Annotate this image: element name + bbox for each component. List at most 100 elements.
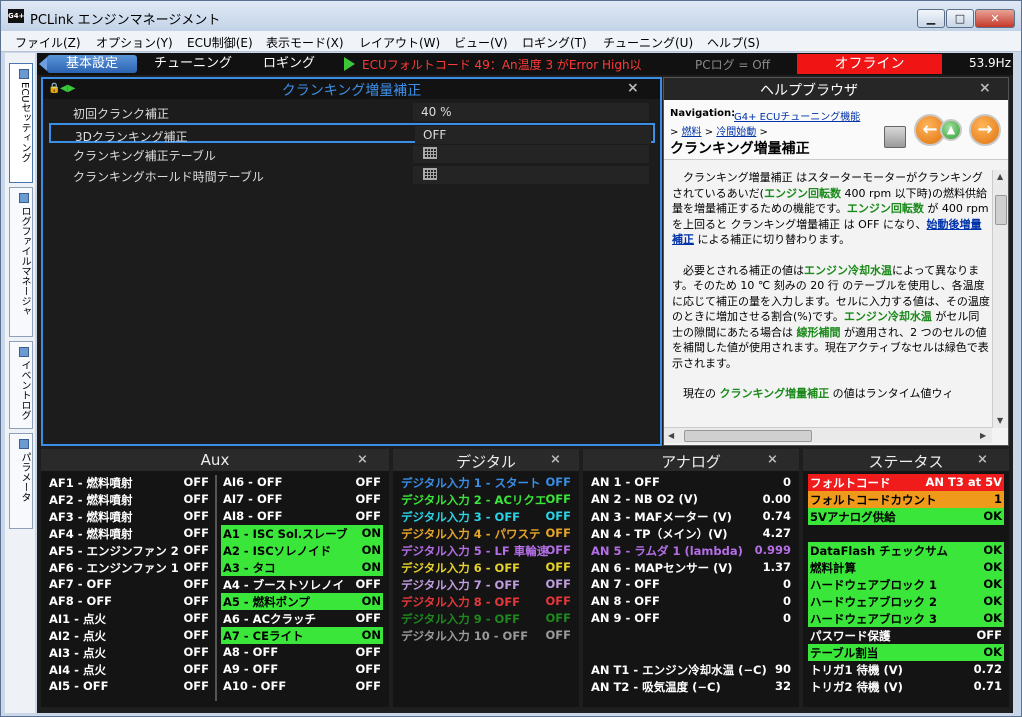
connection-status[interactable]: オフライン (797, 54, 942, 74)
status-row[interactable]: トリガ1 待機 (V) 0.72 (808, 661, 1004, 678)
analog-row[interactable]: AN 2 - NB O2 (V) 0.00 (589, 491, 793, 508)
print-icon[interactable] (884, 126, 906, 148)
close-icon[interactable]: ⨯ (550, 452, 561, 467)
aux-row[interactable]: AF3 - 燃料噴射 OFF (47, 508, 211, 525)
side-tab-ecu-settings[interactable]: ECUセッティング (9, 63, 33, 183)
crumb-link-fuel[interactable]: 燃料 (682, 127, 702, 138)
aux-row[interactable]: A1 - ISC Sol.スレーブ ON (221, 525, 383, 542)
menu-layout[interactable]: レイアウト(W) (359, 34, 440, 51)
digital-row[interactable]: デジタル入力 8 - OFF OFF (399, 593, 573, 610)
help-keyword[interactable]: エンジン回転数 (764, 187, 841, 200)
side-tab-event-log[interactable]: イベントログ (9, 341, 33, 429)
status-row[interactable]: フォルトコードカウント 1 (808, 491, 1004, 508)
scroll-down-icon[interactable]: ▼ (997, 416, 1003, 425)
aux-row[interactable]: AF1 - 燃料噴射 OFF (47, 474, 211, 491)
scroll-thumb[interactable] (995, 195, 1007, 225)
analog-row[interactable]: AN 6 - MAPセンサー (V) 1.37 (589, 559, 793, 576)
status-row[interactable]: ハードウェアブロック 3 OK (808, 610, 1004, 627)
menu-help[interactable]: ヘルプ(S) (707, 34, 760, 51)
digital-row[interactable]: デジタル入力 9 - OFF OFF (399, 610, 573, 627)
digital-row[interactable]: デジタル入力 10 - OFF OFF (399, 627, 573, 644)
close-icon[interactable]: ⨯ (357, 452, 368, 467)
help-keyword[interactable]: 線形補間 (797, 326, 841, 339)
status-row[interactable]: テーブル割当 OK (808, 644, 1004, 661)
close-icon[interactable]: ⨯ (767, 452, 778, 467)
help-keyword[interactable]: クランキング増量補正 (720, 387, 830, 400)
digital-row[interactable]: デジタル入力 6 - OFF OFF (399, 559, 573, 576)
maximize-button[interactable]: □ (946, 9, 974, 28)
digital-row[interactable]: デジタル入力 1 - スタート OFF (399, 474, 573, 491)
side-tab-parameters[interactable]: パラメータ (9, 433, 33, 529)
aux-row[interactable]: A3 - タコ ON (221, 559, 383, 576)
aux-row[interactable]: AI8 - OFF OFF (221, 508, 383, 525)
aux-row[interactable]: A2 - ISCソレノイド ON (221, 542, 383, 559)
analog-row[interactable]: AN 4 - TP（メイン）(V) 4.27 (589, 525, 793, 542)
nav-link[interactable]: G4+ ECUチューニング機能 (734, 108, 860, 123)
menu-tuning[interactable]: チューニング(U) (603, 34, 693, 51)
help-keyword[interactable]: エンジン回転数 (847, 202, 924, 215)
setting-cell[interactable] (415, 126, 651, 144)
fault-code-ticker[interactable]: ECUフォルトコード 49：An温度 3 がError High以 (362, 56, 682, 73)
aux-row[interactable]: AI4 - 点火 OFF (47, 661, 211, 678)
setting-row[interactable]: クランキング補正テーブル (49, 144, 655, 164)
aux-row[interactable]: AF7 - OFF OFF (47, 576, 211, 593)
scroll-up-icon[interactable]: ▲ (997, 172, 1003, 181)
analog-temp-row[interactable]: AN T2 - 吸気温度 (−C) 32 (589, 678, 793, 695)
digital-row[interactable]: デジタル入力 4 - パワステ OFF (399, 525, 573, 542)
status-row[interactable]: トリガ2 待機 (V) 0.71 (808, 678, 1004, 695)
aux-row[interactable]: A6 - ACクラッチ OFF (221, 610, 383, 627)
aux-row[interactable]: A4 - ブーストソレノイ OFF (221, 576, 383, 593)
aux-row[interactable]: AI2 - 点火 OFF (47, 627, 211, 644)
aux-row[interactable]: A5 - 燃料ポンプ ON (221, 593, 383, 610)
scroll-right-icon[interactable]: ▶ (980, 431, 986, 440)
status-row[interactable]: フォルトコード AN T3 at 5V (808, 474, 1004, 491)
aux-row[interactable]: AF4 - 燃料噴射 OFF (47, 525, 211, 542)
status-row[interactable]: DataFlash チェックサム OK (808, 542, 1004, 559)
crumb-link-cold-start[interactable]: 冷間始動 (716, 127, 756, 138)
menu-logging[interactable]: ロギング(T) (522, 34, 587, 51)
setting-cell[interactable] (413, 166, 649, 184)
aux-row[interactable]: AF8 - OFF OFF (47, 593, 211, 610)
analog-row[interactable]: AN 1 - OFF 0 (589, 474, 793, 491)
side-tab-logfile-manager[interactable]: ログファイルマネージャ (9, 187, 33, 337)
table-grid-icon[interactable] (423, 168, 437, 180)
minimize-button[interactable]: ▁ (917, 9, 945, 28)
digital-row[interactable]: デジタル入力 5 - LF 車輪速 OFF (399, 542, 573, 559)
close-button[interactable]: ✕ (975, 9, 1015, 28)
analog-row[interactable]: AN 3 - MAFメーター (V) 0.74 (589, 508, 793, 525)
analog-row[interactable]: AN 7 - OFF 0 (589, 576, 793, 593)
digital-row[interactable]: デジタル入力 2 - ACリクエ OFF (399, 491, 573, 508)
analog-temp-row[interactable]: AN T1 - エンジン冷却水温 (−C) 90 (589, 661, 793, 678)
close-icon[interactable]: ⨯ (977, 452, 988, 467)
analog-row[interactable]: AN 8 - OFF 0 (589, 593, 793, 610)
setting-row[interactable]: 初回クランク補正 40 % (49, 102, 655, 122)
home-icon[interactable]: ▲ (940, 119, 962, 141)
setting-cell[interactable] (413, 145, 649, 163)
aux-row[interactable]: A7 - CEライト ON (221, 627, 383, 644)
close-icon[interactable]: ⨯ (979, 80, 991, 96)
help-keyword[interactable]: エンジン冷却水温 (844, 310, 932, 323)
menu-file[interactable]: ファイル(Z) (15, 34, 81, 51)
aux-row[interactable]: AI7 - OFF OFF (221, 491, 383, 508)
aux-row[interactable]: AI3 - 点火 OFF (47, 644, 211, 661)
vertical-scrollbar[interactable]: ▲ ▼ (992, 170, 1008, 428)
status-row[interactable]: パスワード保護 OFF (808, 627, 1004, 644)
tab-basic-settings[interactable]: 基本設定 (47, 55, 137, 73)
tab-logging[interactable]: ロギング (249, 55, 329, 73)
aux-row[interactable]: AI5 - OFF OFF (47, 678, 211, 695)
aux-row[interactable]: A9 - OFF OFF (221, 661, 383, 678)
aux-row[interactable]: A8 - OFF OFF (221, 644, 383, 661)
back-arrow-icon[interactable] (39, 57, 47, 71)
digital-row[interactable]: デジタル入力 7 - OFF OFF (399, 576, 573, 593)
menu-view[interactable]: ビュー(V) (454, 34, 508, 51)
aux-row[interactable]: AI6 - OFF OFF (221, 474, 383, 491)
menu-ecu-control[interactable]: ECU制御(E) (187, 34, 253, 51)
status-row[interactable]: 燃料計算 OK (808, 559, 1004, 576)
status-row[interactable]: ハードウェアブロック 1 OK (808, 576, 1004, 593)
digital-row[interactable]: デジタル入力 3 - OFF OFF (399, 508, 573, 525)
scroll-thumb[interactable] (684, 430, 812, 442)
analog-row[interactable]: AN 9 - OFF 0 (589, 610, 793, 627)
title-bar[interactable]: G4+ PCLink エンジンマネージメント ▁ □ ✕ (1, 1, 1021, 31)
forward-icon[interactable]: → (969, 114, 1001, 146)
status-row[interactable]: 5Vアナログ供給 OK (808, 508, 1004, 525)
